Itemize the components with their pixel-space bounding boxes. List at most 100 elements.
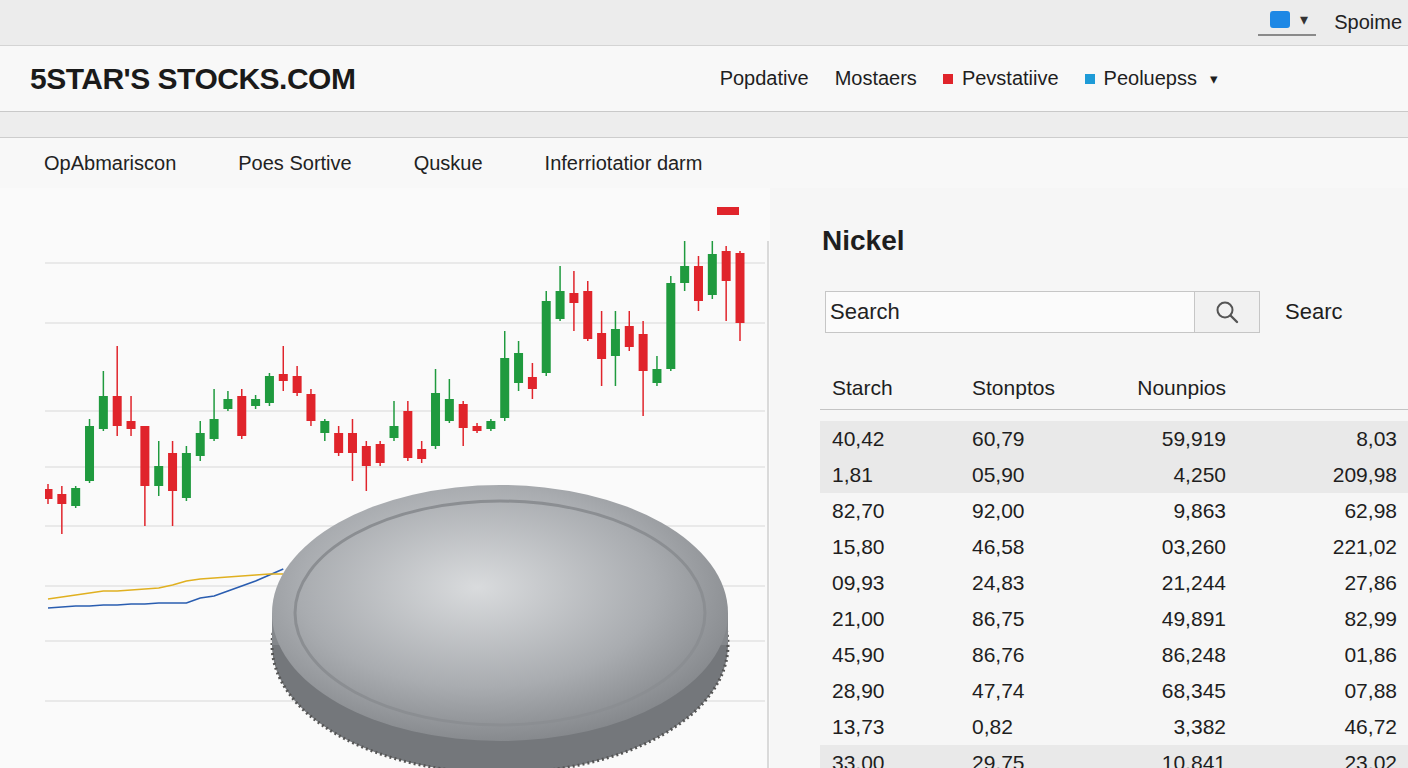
candle[interactable]	[99, 371, 108, 431]
candle[interactable]	[417, 441, 426, 463]
table-cell: 49,891	[1110, 607, 1240, 631]
candle[interactable]	[320, 419, 329, 441]
nav-item[interactable]: Mostaers	[835, 67, 917, 90]
table-row[interactable]: 28,9047,7468,34507,88	[820, 673, 1408, 709]
table-cell: 68,345	[1110, 679, 1240, 703]
candle[interactable]	[362, 441, 371, 491]
candle[interactable]	[45, 484, 53, 504]
column-header[interactable]: Starch	[820, 376, 960, 400]
table-cell: 59,919	[1110, 427, 1240, 451]
candle[interactable]	[666, 276, 675, 371]
candle[interactable]	[127, 396, 136, 436]
candle[interactable]	[514, 341, 523, 391]
column-header[interactable]: Stonptos	[960, 376, 1110, 400]
table-row[interactable]: 45,9086,7686,24801,86	[820, 637, 1408, 673]
candle[interactable]	[639, 321, 648, 416]
candle[interactable]	[528, 363, 537, 399]
table-cell: 28,90	[820, 679, 960, 703]
magnifier-icon	[1214, 299, 1240, 325]
candle[interactable]	[237, 389, 246, 439]
table-row[interactable]: 09,9324,8321,24427,86	[820, 565, 1408, 601]
candle[interactable]	[652, 356, 661, 386]
candle[interactable]	[569, 271, 578, 331]
table-cell: 62,98	[1240, 499, 1408, 523]
subnav-item[interactable]: Inferriotatior darm	[545, 152, 703, 175]
candle[interactable]	[293, 366, 302, 396]
candle[interactable]	[182, 446, 191, 501]
table-cell: 209,98	[1240, 463, 1408, 487]
table-row[interactable]: 40,4260,7959,9198,03	[820, 421, 1408, 457]
table-row[interactable]: 33,0029,7510,84123,02	[820, 745, 1408, 768]
candle[interactable]	[542, 291, 551, 376]
candle[interactable]	[625, 311, 634, 351]
search-input[interactable]	[826, 292, 1194, 332]
table-cell: 82,70	[820, 499, 960, 523]
coin-picture	[270, 483, 730, 768]
column-header[interactable]: Nounpios	[1110, 376, 1240, 400]
nav-item[interactable]: Popdative	[720, 67, 809, 90]
table-row[interactable]: 15,8046,5803,260221,02	[820, 529, 1408, 565]
grid-line	[45, 467, 765, 468]
candle[interactable]	[265, 373, 274, 406]
table-row[interactable]: 13,730,823,38246,72	[820, 709, 1408, 745]
candle[interactable]	[680, 241, 689, 291]
candle[interactable]	[154, 441, 163, 496]
candle[interactable]	[140, 426, 149, 526]
candle[interactable]	[223, 391, 232, 411]
candle[interactable]	[306, 389, 315, 426]
candle[interactable]	[334, 426, 343, 456]
table-cell: 47,74	[960, 679, 1110, 703]
candle[interactable]	[722, 246, 731, 321]
candle[interactable]	[196, 421, 205, 461]
nav-item[interactable]: Pevstatiive	[943, 67, 1059, 90]
candle[interactable]	[486, 419, 495, 431]
grid-line	[45, 323, 765, 324]
nav-item[interactable]: Peoluepss▾	[1085, 67, 1218, 90]
table-cell: 21,00	[820, 607, 960, 631]
candle[interactable]	[210, 389, 219, 441]
table-row[interactable]: 21,0086,7549,89182,99	[820, 601, 1408, 637]
candle[interactable]	[597, 311, 606, 386]
quote-table: StarchStonptosNounpios 40,4260,7959,9198,…	[820, 366, 1408, 768]
candle[interactable]	[473, 423, 482, 433]
search-button[interactable]	[1194, 292, 1259, 332]
subnav-item[interactable]: OpAbmariscon	[44, 152, 176, 175]
candle[interactable]	[445, 379, 454, 423]
candle[interactable]	[168, 441, 177, 526]
table-cell: 46,72	[1240, 715, 1408, 739]
candle[interactable]	[376, 441, 385, 466]
side-panel: NickelSearcStarchStonptosNounpios40,4260…	[820, 188, 1408, 768]
candle[interactable]	[71, 486, 80, 508]
table-cell: 07,88	[1240, 679, 1408, 703]
search-link[interactable]: Searc	[1285, 299, 1342, 325]
table-cell: 86,76	[960, 643, 1110, 667]
candle[interactable]	[583, 281, 592, 341]
logo[interactable]: 5STAR'S STOCKS.COM	[30, 62, 355, 96]
candle[interactable]	[403, 401, 412, 461]
candle[interactable]	[556, 266, 565, 321]
account-name[interactable]: Spoime	[1334, 11, 1402, 34]
series-line	[48, 569, 283, 608]
candle[interactable]	[736, 251, 745, 341]
table-row[interactable]: 1,8105,904,250209,98	[820, 457, 1408, 493]
subnav-item[interactable]: Poes Sortive	[238, 152, 351, 175]
candle[interactable]	[459, 401, 468, 446]
table-cell: 60,79	[960, 427, 1110, 451]
candle[interactable]	[611, 311, 620, 386]
table-row[interactable]: 82,7092,009,86362,98	[820, 493, 1408, 529]
subnav-item[interactable]: Quskue	[414, 152, 483, 175]
candle[interactable]	[348, 419, 357, 481]
candle[interactable]	[708, 241, 717, 299]
candle[interactable]	[390, 401, 399, 441]
account-menu[interactable]: ▾	[1258, 10, 1316, 36]
candle[interactable]	[113, 346, 122, 436]
candle[interactable]	[85, 419, 94, 483]
candle[interactable]	[500, 331, 509, 421]
table-cell: 01,86	[1240, 643, 1408, 667]
candle[interactable]	[694, 256, 703, 311]
candle[interactable]	[431, 369, 440, 449]
main-area: NickelSearcStarchStonptosNounpios40,4260…	[0, 188, 1408, 768]
candle[interactable]	[251, 395, 260, 409]
candle[interactable]	[57, 486, 66, 534]
candle[interactable]	[279, 346, 288, 391]
